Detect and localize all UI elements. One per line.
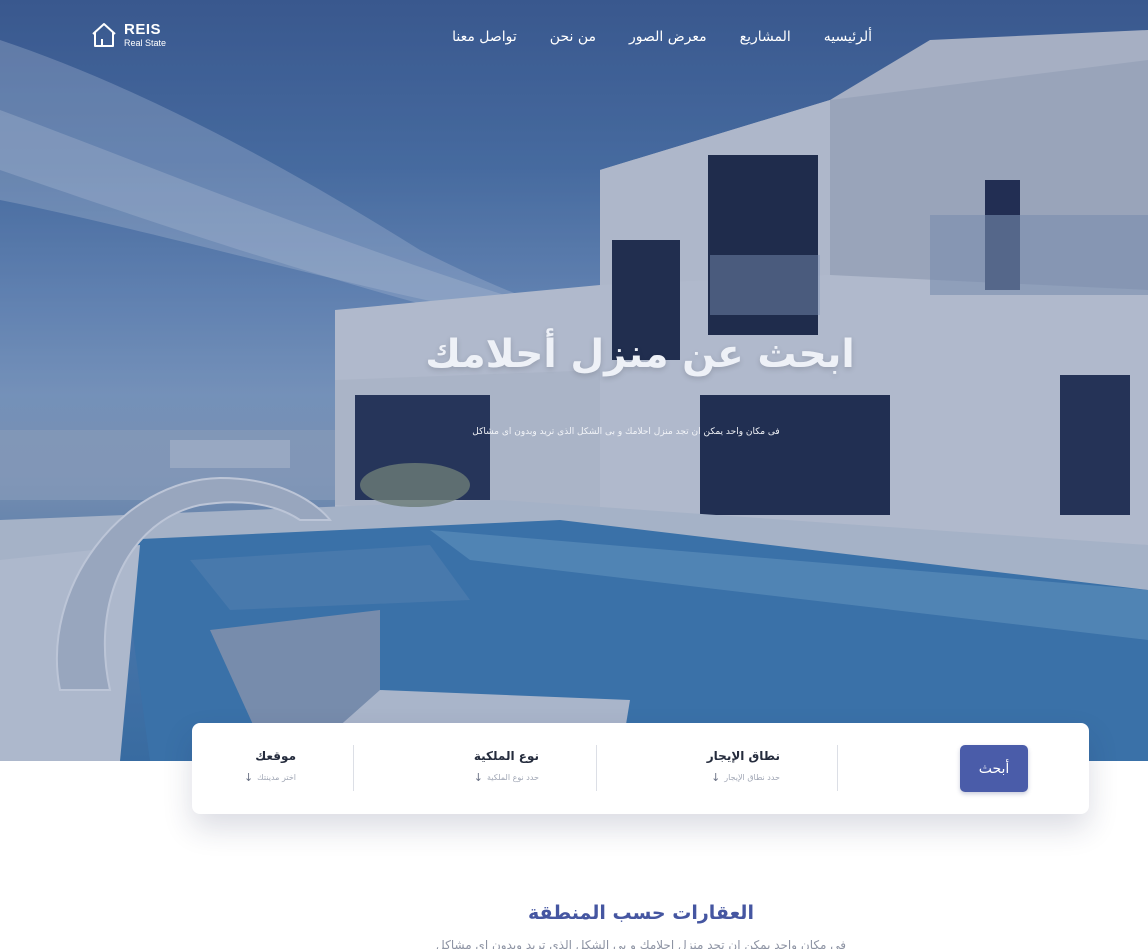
main-navigation: ألرئيسيه المشاريع معرض الصور من نحن تواص… — [452, 29, 872, 45]
nav-item-about[interactable]: من نحن — [550, 29, 596, 45]
location-hint[interactable]: اختر مدينتك ↓ — [244, 771, 296, 784]
arrow-down-icon: ↓ — [243, 771, 254, 784]
brand-tagline: Real State — [124, 38, 167, 48]
search-divider — [596, 745, 597, 791]
rent-range-hint-text: حدد نطاق الإيجار — [724, 773, 780, 782]
hero-title: ابحث عن منزل أحلامك — [425, 332, 855, 377]
nav-item-contact[interactable]: تواصل معنا — [452, 29, 517, 45]
property-search-bar: أبحث نطاق الإيجار حدد نطاق الإيجار ↓ نوع… — [192, 723, 1089, 814]
property-type-field[interactable]: نوع الملكية حدد نوع الملكية ↓ — [474, 749, 539, 784]
search-divider — [837, 745, 838, 791]
section-title: العقارات حسب المنطقة — [528, 902, 754, 924]
location-label: موقعك — [255, 749, 296, 763]
nav-item-projects[interactable]: المشاريع — [740, 29, 791, 45]
nav-item-home[interactable]: ألرئيسيه — [824, 29, 872, 45]
nav-item-gallery[interactable]: معرض الصور — [629, 29, 707, 45]
property-type-hint-text: حدد نوع الملكية — [487, 773, 539, 782]
location-hint-text: اختر مدينتك — [257, 773, 296, 782]
rent-range-hint[interactable]: حدد نطاق الإيجار ↓ — [707, 771, 780, 784]
arrow-down-icon: ↓ — [473, 771, 484, 784]
brand-name: REIS — [124, 21, 162, 38]
house-outline-icon — [92, 23, 116, 47]
hero-banner: REIS Real State ألرئيسيه المشاريع معرض ا… — [0, 0, 1148, 761]
section-subtitle: فى مكان واحد يمكن ان تجد منزل احلامك و ب… — [436, 938, 846, 949]
property-type-label: نوع الملكية — [473, 749, 539, 763]
search-divider — [353, 745, 354, 791]
brand-logo[interactable]: REIS Real State — [90, 22, 166, 48]
arrow-down-icon: ↓ — [711, 771, 721, 784]
search-button[interactable]: أبحث — [960, 745, 1028, 792]
property-type-hint[interactable]: حدد نوع الملكية ↓ — [474, 771, 539, 784]
rent-range-label: نطاق الإيجار — [706, 749, 780, 763]
hero-subtitle: فى مكان واحد يمكن ان تجد منزل احلامك و ب… — [472, 427, 780, 437]
hero-overlay — [0, 0, 1148, 761]
rent-range-field[interactable]: نطاق الإيجار حدد نطاق الإيجار ↓ — [707, 749, 780, 784]
location-field[interactable]: موقعك اختر مدينتك ↓ — [244, 749, 296, 784]
